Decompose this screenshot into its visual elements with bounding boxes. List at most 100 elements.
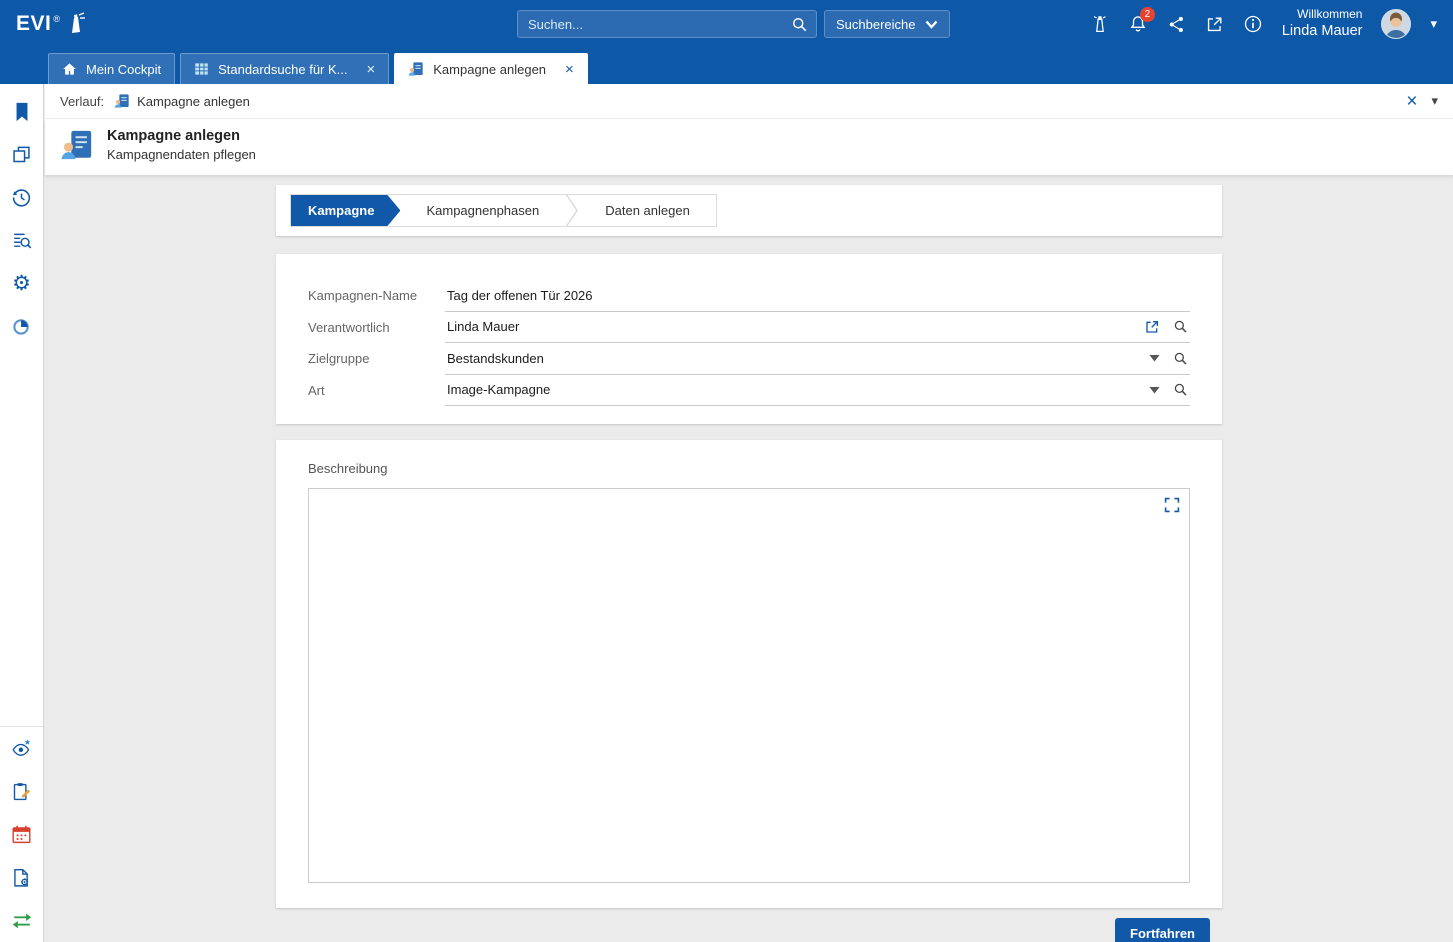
footer-actions: Fortfahren [276,908,1222,942]
sidebar-item-windows[interactable] [0,133,43,176]
field-value: Tag der offenen Tür 2026 [447,288,1188,303]
close-icon[interactable]: × [1406,92,1417,111]
field-row-verantwortlich: Verantwortlich Linda Mauer [308,312,1190,344]
pie-chart-icon [11,316,32,337]
user-avatar[interactable] [1381,9,1411,39]
bookmark-icon [12,101,32,123]
field-row-zielgruppe: Zielgruppe Bestandskunden [308,343,1190,375]
campaign-form-card: Kampagnen-Name Tag der offenen Tür 2026 … [276,254,1222,424]
info-icon[interactable] [1243,14,1263,34]
kampagnen-name-field[interactable]: Tag der offenen Tür 2026 [445,280,1190,312]
tab-kampagne-anlegen[interactable]: Kampagne anlegen × [394,53,588,84]
clipboard-edit-icon [11,781,32,803]
wizard-step-kampagne[interactable]: Kampagne [291,195,400,226]
wizard-step-daten-anlegen[interactable]: Daten anlegen [579,195,716,226]
topbar-actions: 2 Willkommen Linda Mauer [1090,7,1437,41]
global-search [517,10,817,38]
welcome-text: Willkommen Linda Mauer [1282,7,1363,41]
wizard-steps: Kampagne Kampagnenphasen Daten anlegen [290,194,717,227]
windows-icon [11,144,32,165]
tab-standardsuche[interactable]: Standardsuche für K... × [180,53,389,84]
dropdown-chevron-icon[interactable] [1149,354,1160,362]
tab-label: Mein Cockpit [86,62,161,77]
page-title: Kampagne anlegen [107,128,256,144]
field-value: Image-Kampagne [447,382,1149,397]
logo-registered-mark: ® [53,14,60,24]
description-textarea[interactable] [309,489,1189,882]
lookup-search-icon[interactable] [1173,351,1188,366]
home-icon [62,62,77,76]
wizard-step-kampagnenphasen[interactable]: Kampagnenphasen [400,195,565,226]
history-item-kampagne-anlegen[interactable]: Kampagne anlegen [114,93,250,109]
campaign-icon [408,61,424,77]
wizard-step-label: Kampagne [308,203,374,218]
user-menu-chevron-icon[interactable]: ▾ [1430,16,1437,32]
search-icon[interactable] [783,16,816,33]
sidebar-item-history[interactable] [0,176,43,219]
wizard-steps-card: Kampagne Kampagnenphasen Daten anlegen [276,185,1222,236]
main-area: Verlauf: Kampagne anlegen × ▾ [45,84,1453,942]
tab-close-icon[interactable]: × [565,62,574,77]
page-subtitle: Kampagnendaten pflegen [107,147,256,162]
page-header: Kampagne anlegen Kampagnendaten pflegen [45,119,1453,175]
field-value: Linda Mauer [447,319,1144,334]
open-in-new-icon[interactable] [1205,15,1224,34]
description-label: Beschreibung [308,461,1190,476]
tab-close-icon[interactable]: × [367,62,376,77]
continue-button[interactable]: Fortfahren [1115,918,1210,942]
lookup-search-icon[interactable] [1173,382,1188,397]
sidebar-item-calendar[interactable] [0,813,43,856]
sidebar-item-search-records[interactable] [0,219,43,262]
search-scopes-button[interactable]: Suchbereiche [824,10,950,38]
tab-label: Kampagne anlegen [433,62,546,77]
expand-fullscreen-icon[interactable] [1164,497,1180,513]
sidebar-item-watchlist[interactable] [0,727,43,770]
step-separator-chevron-icon [565,195,579,226]
history-actions: × ▾ [1406,92,1438,111]
field-label: Art [308,383,445,398]
campaign-icon [114,93,130,109]
calendar-icon [11,824,32,845]
chevron-down-icon[interactable]: ▾ [1431,93,1438,109]
search-scopes-label: Suchbereiche [836,17,916,32]
field-row-art: Art Image-Kampagne [308,375,1190,407]
notifications-bell-icon[interactable]: 2 [1128,13,1148,35]
zielgruppe-field[interactable]: Bestandskunden [445,343,1190,375]
share-icon[interactable] [1167,15,1186,34]
open-record-icon[interactable] [1144,319,1160,335]
art-field[interactable]: Image-Kampagne [445,375,1190,407]
sidebar-item-notes[interactable] [0,770,43,813]
search-input[interactable] [518,17,783,32]
field-label: Zielgruppe [308,351,445,366]
topbar: EVI ® Suchbereiche [0,0,1453,48]
lookup-search-icon[interactable] [1173,319,1188,334]
search-list-icon [11,230,33,251]
field-label: Kampagnen-Name [308,288,445,303]
sidebar-item-reports[interactable] [0,305,43,348]
content-scroll-area: Kampagne Kampagnenphasen Daten anlegen [45,175,1453,942]
verantwortlich-field[interactable]: Linda Mauer [445,312,1190,344]
page-title-block: Kampagne anlegen Kampagnendaten pflegen [107,128,256,162]
history-item-label: Kampagne anlegen [137,94,250,109]
tab-mein-cockpit[interactable]: Mein Cockpit [48,53,175,84]
wizard-step-label: Daten anlegen [605,203,690,218]
lighthouse-icon[interactable] [1090,13,1109,35]
wizard-step-label: Kampagnenphasen [426,203,539,218]
field-row-kampagnen-name: Kampagnen-Name Tag der offenen Tür 2026 [308,280,1190,312]
sidebar-item-sync[interactable] [0,899,43,942]
dropdown-chevron-icon[interactable] [1149,386,1160,394]
sidebar-item-settings[interactable]: ⚙ [0,262,43,305]
history-clock-icon [11,187,32,208]
description-card: Beschreibung [276,440,1222,908]
sidebar-item-document-settings[interactable] [0,856,43,899]
welcome-line1: Willkommen [1282,7,1363,23]
table-icon [194,62,209,76]
logo-text: EVI [16,12,51,36]
history-row: Verlauf: Kampagne anlegen × ▾ [45,84,1453,119]
field-label: Verantwortlich [308,320,445,335]
sidebar-item-bookmarks[interactable] [0,90,43,133]
app-logo[interactable]: EVI ® [16,12,85,36]
description-box [308,488,1190,883]
notification-count-badge: 2 [1140,7,1155,22]
chevron-down-icon [925,20,938,29]
